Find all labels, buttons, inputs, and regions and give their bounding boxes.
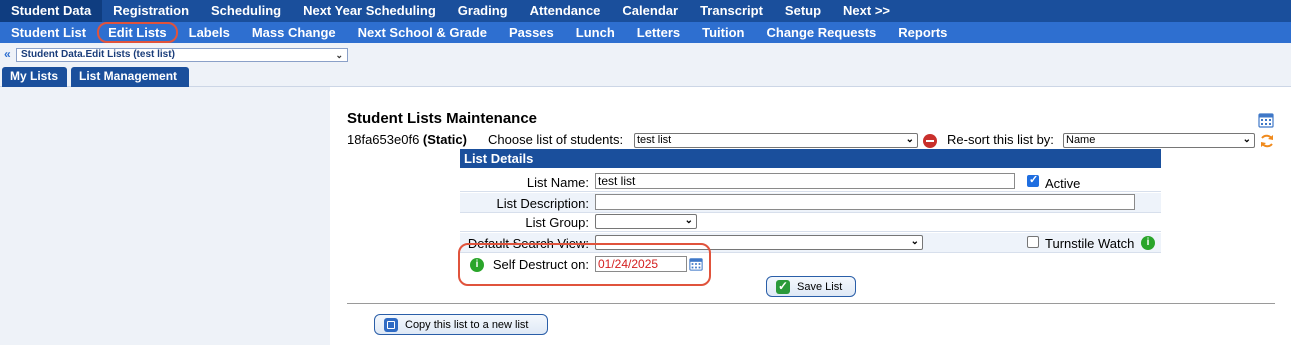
top-nav-student-data[interactable]: Student Data bbox=[0, 0, 103, 22]
top-nav-scheduling[interactable]: Scheduling bbox=[200, 0, 292, 22]
top-nav-registration[interactable]: Registration bbox=[102, 0, 200, 22]
list-name-input[interactable]: test list bbox=[595, 173, 1015, 189]
turnstile-label: Turnstile Watch bbox=[1045, 236, 1135, 251]
sub-nav-next-school-grade[interactable]: Next School & Grade bbox=[347, 22, 498, 43]
sub-nav-lunch[interactable]: Lunch bbox=[565, 22, 626, 43]
sub-nav-mass-change[interactable]: Mass Change bbox=[241, 22, 347, 43]
choose-list-select[interactable]: test list ⌄ bbox=[634, 133, 918, 148]
resort-value: Name bbox=[1066, 134, 1096, 146]
top-nav-next-year-scheduling[interactable]: Next Year Scheduling bbox=[292, 0, 447, 22]
top-nav-setup[interactable]: Setup bbox=[774, 0, 832, 22]
list-name-label: List Name: bbox=[526, 175, 589, 190]
sub-nav-passes[interactable]: Passes bbox=[498, 22, 565, 43]
delete-list-icon[interactable] bbox=[923, 134, 937, 148]
top-nav-transcript[interactable]: Transcript bbox=[689, 0, 774, 22]
info-icon[interactable]: i bbox=[1141, 236, 1155, 250]
copy-list-label: Copy this list to a new list bbox=[405, 319, 529, 331]
active-label: Active bbox=[1045, 176, 1081, 191]
sub-nav-student-list[interactable]: Student List bbox=[0, 22, 97, 43]
top-nav-calendar[interactable]: Calendar bbox=[611, 0, 689, 22]
top-nav: Student Data Registration Scheduling Nex… bbox=[0, 0, 1291, 22]
self-destruct-highlight bbox=[458, 243, 711, 286]
sub-nav-tuition[interactable]: Tuition bbox=[691, 22, 755, 43]
save-list-button[interactable]: ✓ Save List bbox=[766, 276, 856, 297]
chevron-down-icon: ⌄ bbox=[335, 50, 343, 60]
list-description-input[interactable] bbox=[595, 194, 1135, 210]
chevron-down-icon: ⌄ bbox=[910, 236, 919, 247]
list-description-label: List Description: bbox=[496, 196, 589, 211]
page-title: Student Lists Maintenance bbox=[347, 110, 538, 127]
divider bbox=[347, 303, 1275, 304]
refresh-icon[interactable] bbox=[1259, 133, 1275, 149]
calendar-icon[interactable] bbox=[1258, 112, 1274, 128]
sub-nav-edit-lists[interactable]: Edit Lists bbox=[97, 22, 178, 43]
choose-list-label: Choose list of students: bbox=[488, 132, 624, 147]
save-list-label: Save List bbox=[797, 281, 843, 293]
breadcrumb-select[interactable]: Student Data.Edit Lists (test list) ⌄ bbox=[16, 48, 348, 62]
copy-icon bbox=[384, 318, 398, 332]
active-checkbox[interactable] bbox=[1027, 173, 1039, 187]
sub-nav-reports[interactable]: Reports bbox=[887, 22, 958, 43]
list-group-label: List Group: bbox=[525, 215, 589, 230]
list-group-row: List Group: ⌄ bbox=[460, 212, 1161, 232]
top-nav-grading[interactable]: Grading bbox=[447, 0, 519, 22]
tab-bar: My Lists List Management bbox=[0, 65, 1291, 87]
list-description-row: List Description: bbox=[460, 193, 1161, 213]
sub-nav-change-requests[interactable]: Change Requests bbox=[755, 22, 887, 43]
resort-select[interactable]: Name ⌄ bbox=[1063, 133, 1255, 148]
chevron-down-icon: ⌄ bbox=[684, 215, 693, 226]
chevron-down-icon: ⌄ bbox=[1242, 134, 1251, 145]
copy-list-button[interactable]: Copy this list to a new list bbox=[374, 314, 548, 335]
choose-list-value: test list bbox=[637, 134, 672, 146]
sidebar bbox=[0, 87, 330, 345]
list-type: (Static) bbox=[422, 132, 467, 147]
chevron-down-icon: ⌄ bbox=[905, 134, 914, 145]
list-group-select[interactable]: ⌄ bbox=[595, 214, 697, 229]
list-id: 18fa653e0f6 (Static) bbox=[347, 132, 467, 147]
top-nav-attendance[interactable]: Attendance bbox=[519, 0, 612, 22]
sub-nav: Student List Edit Lists Labels Mass Chan… bbox=[0, 22, 1291, 43]
top-nav-next[interactable]: Next >> bbox=[832, 0, 901, 22]
sub-nav-letters[interactable]: Letters bbox=[626, 22, 691, 43]
resort-label: Re-sort this list by: bbox=[947, 132, 1054, 147]
list-name-row: List Name: test list Active bbox=[460, 172, 1161, 192]
tab-list-management[interactable]: List Management bbox=[71, 67, 189, 87]
turnstile-checkbox[interactable] bbox=[1027, 236, 1039, 248]
sub-nav-labels[interactable]: Labels bbox=[178, 22, 241, 43]
collapse-arrow-icon[interactable]: « bbox=[4, 47, 11, 61]
breadcrumb-select-value: Student Data.Edit Lists (test list) bbox=[21, 49, 175, 60]
list-details-header: List Details bbox=[460, 149, 1161, 168]
tab-my-lists[interactable]: My Lists bbox=[2, 67, 67, 87]
checkmark-icon: ✓ bbox=[776, 279, 790, 294]
